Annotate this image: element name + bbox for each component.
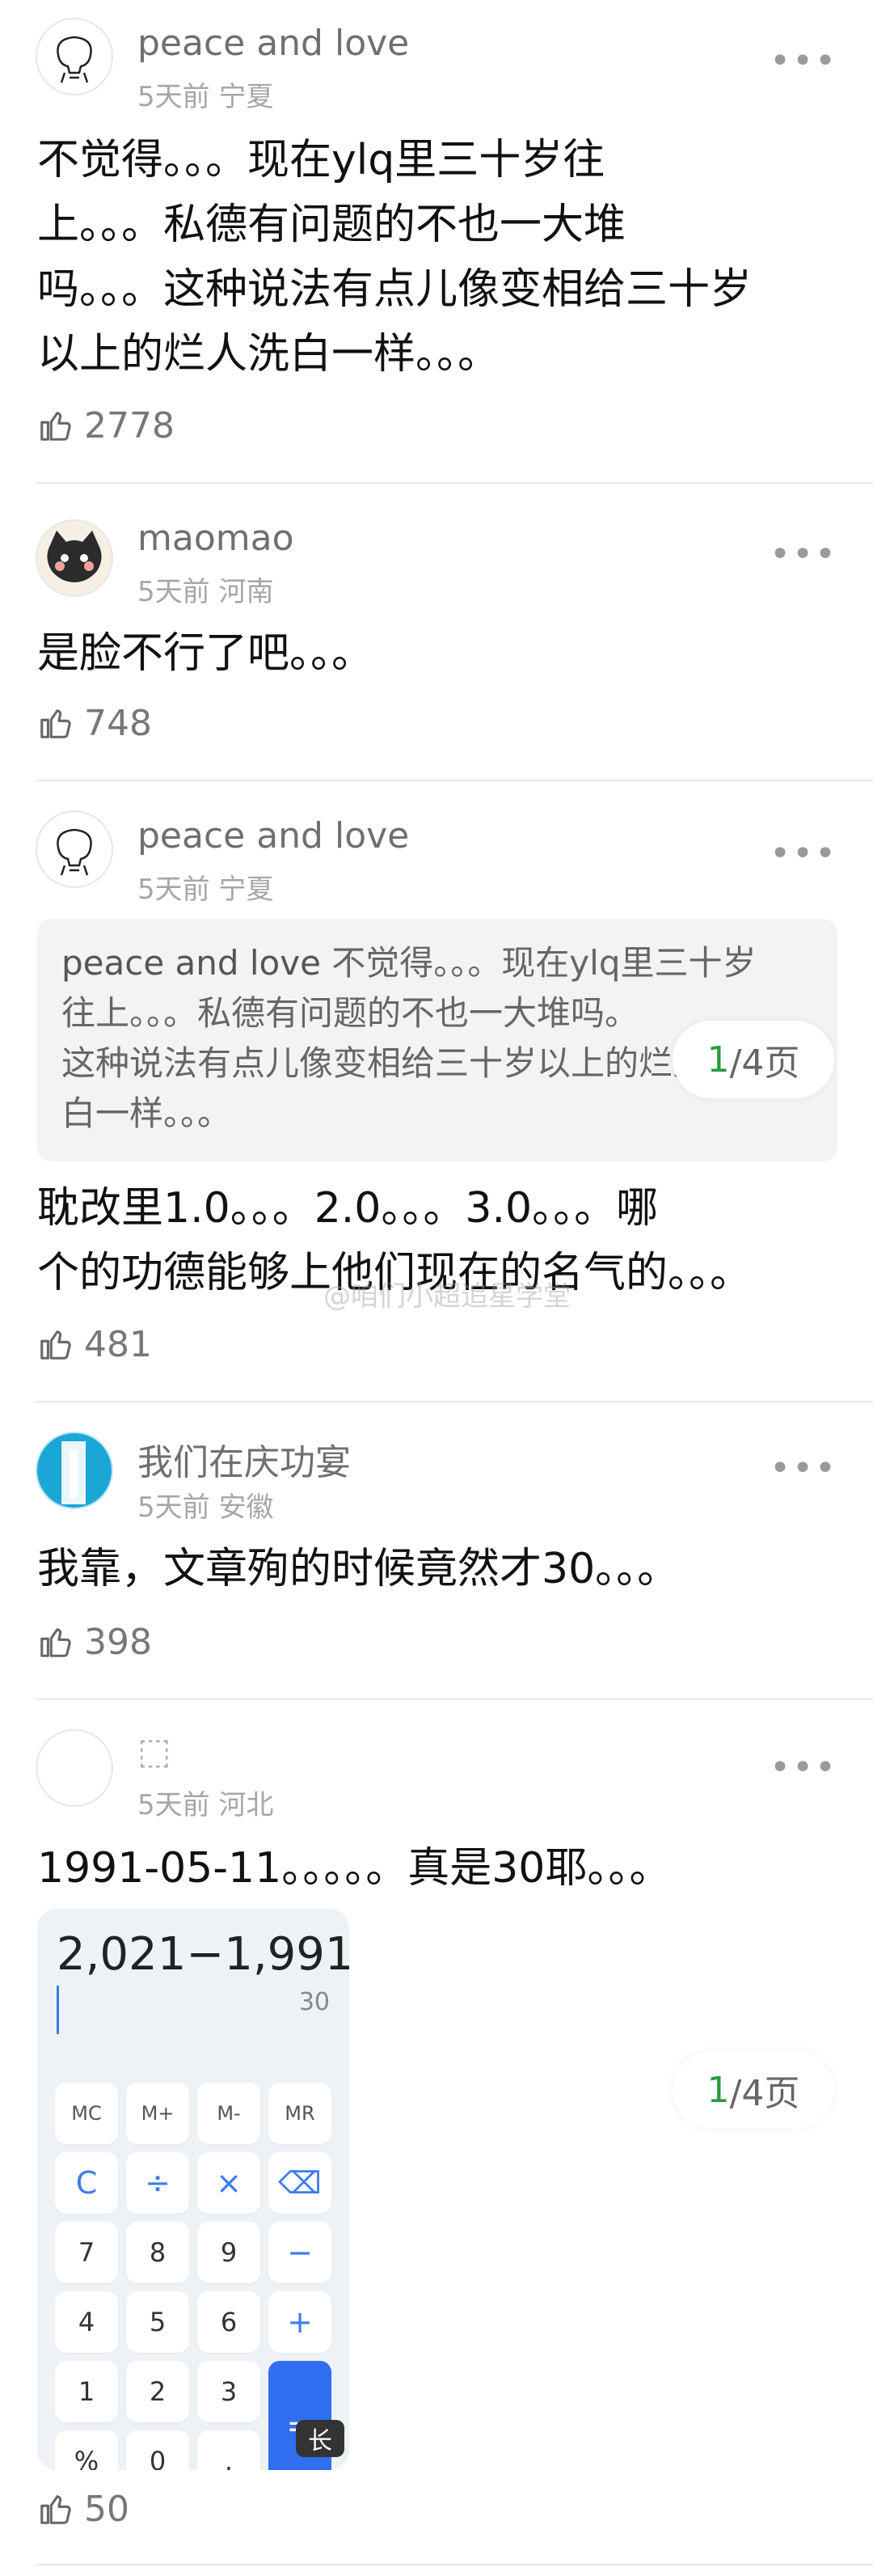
calc-key: 0: [126, 2430, 189, 2470]
page-indicator[interactable]: 1/4页: [673, 2051, 834, 2129]
comment-line: 耽改里1.0。。。2.0。。。3.0。。。哪: [37, 1184, 659, 1233]
calc-key: 8: [126, 2222, 189, 2283]
page-indicator[interactable]: 1/4页: [673, 1021, 834, 1098]
divider: [36, 2564, 873, 2565]
divider: [36, 1698, 873, 1700]
calc-key: 2: [126, 2361, 189, 2422]
quote-text: 不觉得。。。现在ylq里三十岁: [320, 943, 757, 983]
comment-line: 以上的烂人洗白一样。。。: [37, 330, 500, 379]
comment-text: 我靠，文章殉的时候竟然才30。。。: [37, 1537, 841, 1601]
comment-meta: 5天前 宁夏: [137, 873, 274, 906]
more-options-icon[interactable]: •••: [770, 833, 837, 874]
comment-meta: 5天前 安徽: [137, 1491, 274, 1524]
comment-line: 吗。。。这种说法有点儿像变相给三十岁: [37, 265, 753, 314]
username[interactable]: peace and love: [137, 23, 409, 64]
calc-key: M-: [197, 2083, 260, 2144]
divider: [36, 1401, 873, 1402]
avatar[interactable]: [36, 18, 113, 95]
page-total: /4页: [729, 2073, 800, 2114]
cartoon-avatar-icon: [57, 828, 92, 876]
calc-key: MC: [55, 2083, 118, 2144]
page-current: 1: [706, 2069, 730, 2111]
calc-expression-text: 2,021−1,991: [57, 1928, 349, 1981]
thumbs-up-icon: [40, 1628, 71, 1657]
page-current: 1: [706, 1038, 730, 1081]
more-options-icon[interactable]: •••: [770, 1448, 837, 1489]
calc-key: +: [268, 2291, 331, 2353]
calc-result: 30: [298, 1988, 330, 2016]
quote-line: peace and love 不觉得。。。现在ylq里三十岁: [61, 938, 813, 988]
more-options-icon[interactable]: •••: [770, 534, 837, 575]
calc-key: C: [55, 2152, 118, 2214]
text-cursor: [57, 1985, 59, 2034]
photo-avatar-icon: [37, 1433, 112, 1508]
avatar[interactable]: [36, 519, 113, 597]
calc-key: M+: [126, 2083, 189, 2144]
username[interactable]: 我们在庆功宴: [137, 1433, 351, 1485]
comment-line: 上。。。私德有问题的不也一大堆: [37, 201, 626, 249]
calc-key: MR: [268, 2083, 331, 2144]
comment-line: 我靠，文章殉的时候竟然才30。。。: [37, 1545, 680, 1593]
calc-key: .: [197, 2430, 260, 2470]
username[interactable]: ⬚: [137, 1731, 171, 1772]
calc-key: ÷: [126, 2152, 189, 2214]
more-options-icon[interactable]: •••: [770, 40, 837, 82]
calc-key: −: [268, 2222, 331, 2283]
calc-key: 3: [197, 2361, 260, 2422]
avatar[interactable]: [36, 1729, 113, 1807]
divider: [36, 780, 873, 781]
cartoon-avatar-icon: [57, 36, 92, 83]
username[interactable]: peace and love: [137, 815, 409, 857]
calc-key: %: [55, 2430, 118, 2470]
calc-key: 7: [55, 2222, 118, 2283]
calc-keypad: MC M+ M- MR C ÷ × ⌫ 7 8 9 − 4 5 6 + 1 2 …: [55, 2083, 331, 2470]
divider: [36, 482, 873, 484]
comment-meta: 5天前 河北: [137, 1789, 274, 1821]
like-button[interactable]: 50: [37, 2485, 129, 2533]
like-count: 2778: [84, 404, 175, 446]
calc-expression: 2,021−1,991: [57, 1928, 349, 2034]
calc-key: ×: [197, 2152, 260, 2214]
calc-key: 1: [55, 2361, 118, 2422]
watermark: @咱们小超追星学堂: [323, 1280, 571, 1313]
avatar[interactable]: [36, 810, 113, 888]
calc-key: 4: [55, 2291, 118, 2353]
thumbs-up-icon: [40, 2495, 71, 2524]
avatar[interactable]: [36, 1432, 113, 1509]
calc-key: ⌫: [268, 2152, 331, 2214]
comment-text: 是脸不行了吧。。。: [37, 621, 841, 686]
page-total: /4页: [729, 1043, 800, 1084]
thumbs-up-icon: [40, 709, 71, 738]
thumbs-up-icon: [40, 412, 71, 441]
calc-key: 6: [197, 2291, 260, 2353]
calc-key: 5: [126, 2291, 189, 2353]
black-cat-avatar-icon: [47, 531, 102, 582]
comment-text: 1991-05-11。。。。。真是30耶。。。: [37, 1836, 841, 1901]
calculator-screenshot[interactable]: 2,021−1,991 30 MC M+ M- MR C ÷ × ⌫ 7 8 9…: [37, 1909, 349, 2470]
long-image-badge: 长: [296, 2420, 344, 2457]
comment-line: 1991-05-11。。。。。真是30耶。。。: [37, 1844, 672, 1893]
like-count: 50: [84, 2488, 129, 2530]
like-count: 398: [84, 1621, 152, 1663]
like-count: 481: [84, 1323, 152, 1365]
quote-author: peace and love: [61, 943, 321, 983]
like-button[interactable]: 481: [37, 1320, 152, 1368]
like-button[interactable]: 2778: [37, 401, 175, 450]
calc-key: 9: [197, 2222, 260, 2283]
like-button[interactable]: 398: [37, 1618, 152, 1666]
username[interactable]: maomao: [137, 518, 294, 559]
like-count: 748: [84, 702, 152, 744]
comment-line: 是脸不行了吧。。。: [37, 629, 374, 678]
comment-meta: 5天前 河南: [137, 576, 274, 608]
comment-meta: 5天前 宁夏: [137, 81, 274, 113]
like-button[interactable]: 748: [37, 699, 152, 747]
more-options-icon[interactable]: •••: [770, 1747, 837, 1788]
comment-line: 不觉得。。。现在ylq里三十岁往: [37, 136, 605, 184]
thumbs-up-icon: [40, 1330, 71, 1360]
comment-text: 不觉得。。。现在ylq里三十岁往 上。。。私德有问题的不也一大堆 吗。。。这种说…: [37, 128, 841, 387]
